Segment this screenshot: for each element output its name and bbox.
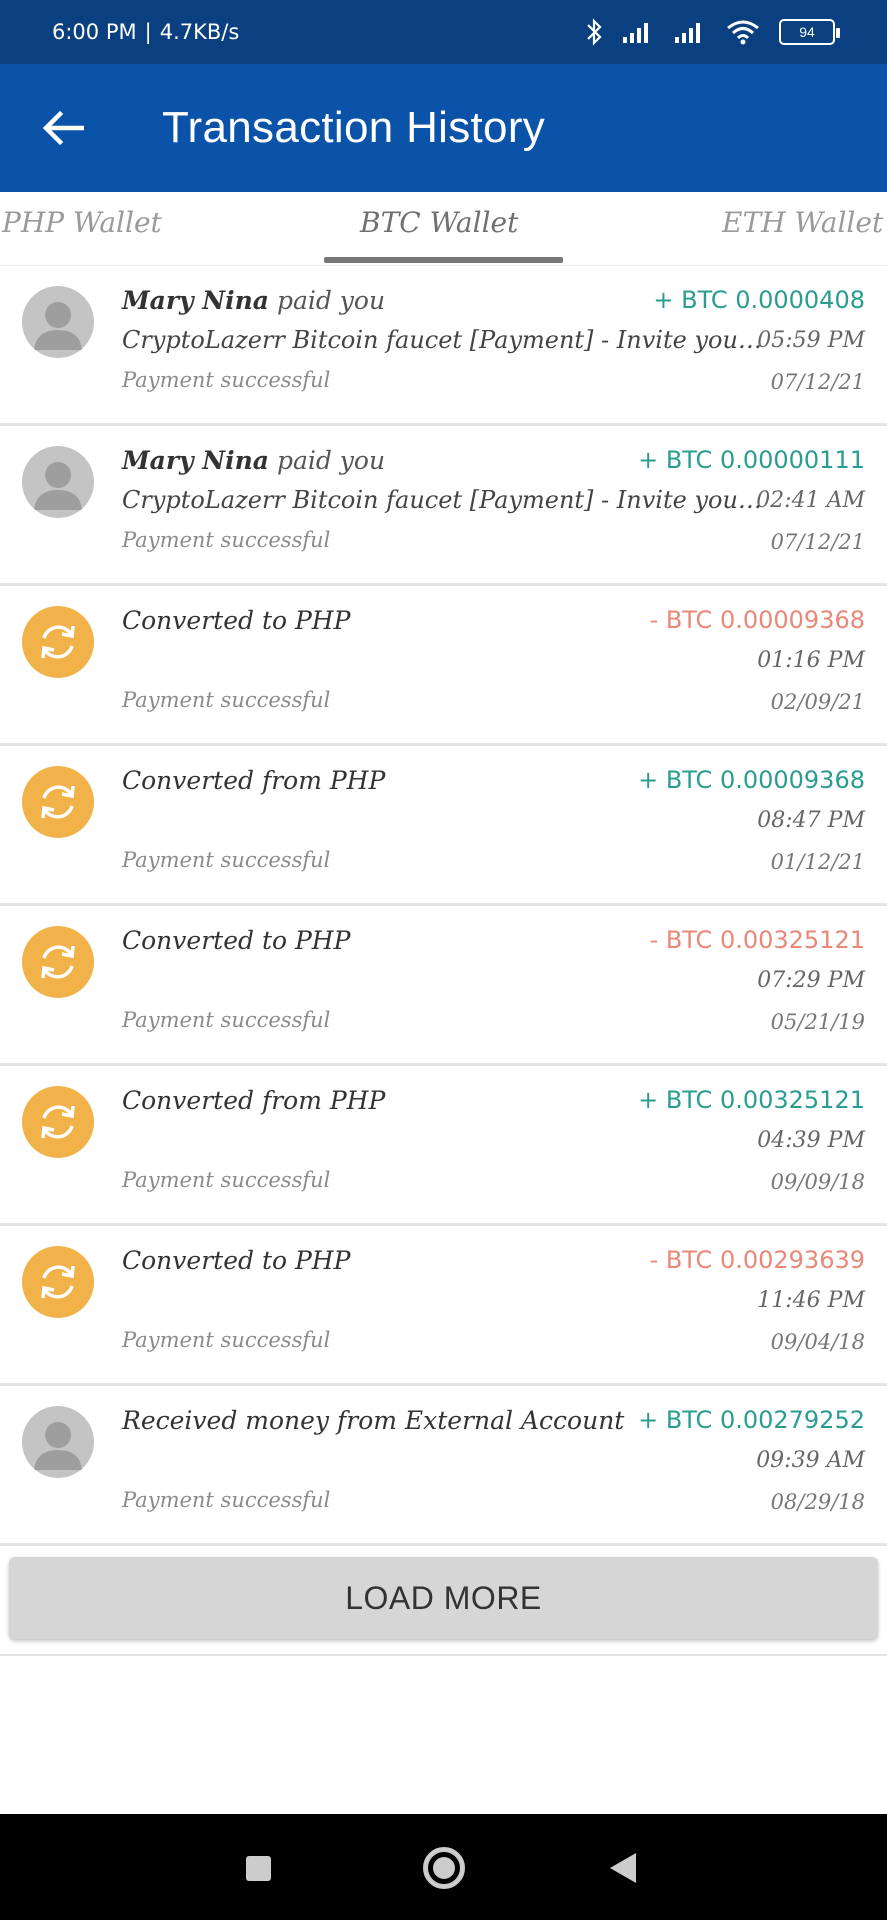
transaction-title: Converted to PHP: [122, 606, 351, 635]
wallet-tabs: PHP Wallet BTC Wallet ETH Wallet: [0, 192, 887, 266]
transaction-title: Received money from External Account: [122, 1406, 625, 1435]
transaction-amount: - BTC 0.00325121: [649, 926, 865, 954]
transaction-row[interactable]: Converted to PHP - BTC 0.00293639 11:46 PM…: [0, 1226, 887, 1386]
status-separator: |: [144, 20, 152, 44]
tab-php-wallet[interactable]: PHP Wallet: [2, 206, 162, 239]
convert-icon: [22, 766, 94, 838]
payer-name: Mary Nina: [122, 286, 269, 315]
transaction-date: 07/12/21: [770, 370, 865, 394]
transaction-row[interactable]: Mary Nina paid you + BTC 0.00000111 Crypto…: [0, 426, 887, 586]
user-avatar-icon: [22, 1406, 94, 1478]
transaction-title: Converted from PHP: [122, 1086, 386, 1115]
transaction-list: Mary Nina paid you + BTC 0.0000408 CryptoL…: [0, 266, 887, 1546]
status-net-speed: 4.7KB/s: [159, 20, 240, 44]
transaction-time: 11:46 PM: [757, 1288, 865, 1313]
transaction-amount: + BTC 0.00279252: [638, 1406, 865, 1434]
transaction-row[interactable]: Converted to PHP - BTC 0.00009368 01:16 PM…: [0, 586, 887, 746]
recent-apps-icon[interactable]: [246, 1856, 271, 1881]
transaction-verb: paid you: [276, 286, 386, 315]
transaction-row[interactable]: Converted to PHP - BTC 0.00325121 07:29 PM…: [0, 906, 887, 1066]
user-avatar-icon: [22, 446, 94, 518]
transaction-date: 01/12/21: [770, 850, 865, 874]
transaction-amount: + BTC 0.00000111: [638, 446, 865, 474]
transaction-date: 05/21/19: [770, 1010, 865, 1034]
transaction-time: 07:29 PM: [757, 968, 865, 993]
payer-name: Mary Nina: [122, 446, 269, 475]
transaction-description: CryptoLazerr Bitcoin faucet [Payment] - …: [122, 486, 762, 514]
tab-eth-wallet[interactable]: ETH Wallet: [722, 206, 883, 239]
wifi-icon: [727, 20, 759, 45]
transaction-time: 08:47 PM: [757, 808, 865, 833]
battery-icon: 94: [779, 19, 840, 45]
transaction-title: Mary Nina paid you: [122, 446, 385, 475]
transaction-time: 01:16 PM: [757, 648, 865, 673]
transaction-date: 09/09/18: [770, 1170, 865, 1194]
status-left: 6:00 PM | 4.7KB/s: [52, 20, 239, 44]
transaction-time: 04:39 PM: [757, 1128, 865, 1153]
transaction-description: CryptoLazerr Bitcoin faucet [Payment] - …: [122, 326, 762, 354]
transaction-status: Payment successful: [122, 1488, 331, 1512]
page-title: Transaction History: [162, 103, 546, 152]
convert-icon: [22, 606, 94, 678]
convert-icon: [22, 926, 94, 998]
battery-level: 94: [799, 24, 815, 40]
transaction-verb: paid you: [276, 446, 386, 475]
app-bar: Transaction History: [0, 64, 887, 192]
transaction-status: Payment successful: [122, 1008, 331, 1032]
transaction-status: Payment successful: [122, 1328, 331, 1352]
back-triangle-icon[interactable]: [610, 1853, 636, 1883]
transaction-title: Converted from PHP: [122, 766, 386, 795]
home-icon[interactable]: [423, 1847, 465, 1889]
load-more-container: LOAD MORE: [0, 1546, 887, 1656]
tab-indicator: [324, 257, 563, 263]
transaction-title: Mary Nina paid you: [122, 286, 385, 315]
tab-btc-wallet[interactable]: BTC Wallet: [360, 206, 518, 239]
transaction-title: Converted to PHP: [122, 1246, 351, 1275]
back-button[interactable]: [28, 93, 98, 163]
transaction-time: 09:39 AM: [756, 1448, 865, 1473]
convert-icon: [22, 1246, 94, 1318]
transaction-amount: + BTC 0.0000408: [653, 286, 865, 314]
status-time: 6:00 PM: [52, 20, 137, 44]
transaction-amount: + BTC 0.00325121: [638, 1086, 865, 1114]
status-bar: 6:00 PM | 4.7KB/s 94: [0, 0, 887, 64]
transaction-title: Converted to PHP: [122, 926, 351, 955]
transaction-time: 02:41 AM: [756, 488, 865, 513]
convert-icon: [22, 1086, 94, 1158]
transaction-row[interactable]: Received money from External Account + BT…: [0, 1386, 887, 1546]
signal-icon: [623, 23, 648, 43]
arrow-left-icon: [42, 110, 84, 146]
load-more-button[interactable]: LOAD MORE: [9, 1557, 878, 1639]
system-nav-bar: [0, 1814, 887, 1920]
transaction-status: Payment successful: [122, 1168, 331, 1192]
transaction-time: 05:59 PM: [757, 328, 865, 353]
signal-icon-2: [675, 23, 700, 43]
transaction-status: Payment successful: [122, 848, 331, 872]
transaction-row[interactable]: Converted from PHP + BTC 0.00009368 08:47 …: [0, 746, 887, 906]
transaction-amount: - BTC 0.00293639: [649, 1246, 865, 1274]
bluetooth-icon: [587, 18, 602, 46]
status-right: 94: [585, 18, 840, 46]
transaction-status: Payment successful: [122, 528, 331, 552]
transaction-date: 07/12/21: [770, 530, 865, 554]
transaction-status: Payment successful: [122, 368, 331, 392]
transaction-date: 02/09/21: [770, 690, 865, 714]
transaction-date: 09/04/18: [770, 1330, 865, 1354]
transaction-amount: + BTC 0.00009368: [638, 766, 865, 794]
user-avatar-icon: [22, 286, 94, 358]
transaction-amount: - BTC 0.00009368: [649, 606, 865, 634]
transaction-date: 08/29/18: [770, 1490, 865, 1514]
transaction-row[interactable]: Converted from PHP + BTC 0.00325121 04:39 …: [0, 1066, 887, 1226]
transaction-status: Payment successful: [122, 688, 331, 712]
transaction-row[interactable]: Mary Nina paid you + BTC 0.0000408 CryptoL…: [0, 266, 887, 426]
